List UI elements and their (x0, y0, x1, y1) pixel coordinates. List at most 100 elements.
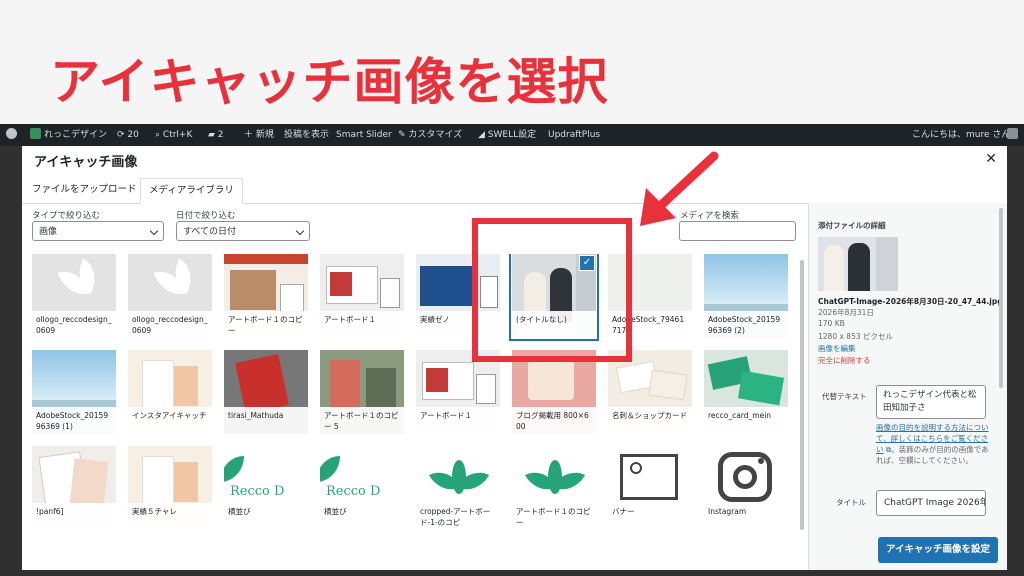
thumb-sky (704, 254, 788, 304)
admin-bar-customize[interactable]: ✎ カスタマイズ (398, 124, 462, 146)
admin-bar-new[interactable]: ＋ 新規 (244, 124, 274, 146)
attachment-item[interactable]: アートボード１ (320, 254, 404, 338)
admin-bar-comments[interactable]: ▰ 2 (208, 124, 224, 146)
attachment-item[interactable]: cropped-アートボード-1-のコピ (416, 446, 500, 530)
alt-text-label: 代替テキスト (822, 392, 867, 401)
filter-type-label: タイプで絞り込む (32, 211, 101, 221)
attachment-item[interactable]: AdobeStock_2015996369 (2) (704, 254, 788, 338)
admin-bar-smart-slider[interactable]: Smart Slider (336, 124, 392, 146)
comment-icon: ▰ (208, 130, 218, 140)
grid-scrollbar-thumb[interactable] (800, 260, 804, 530)
admin-bar-updates[interactable]: ⟳ 20 (117, 124, 139, 146)
attachment-caption: 横並び (320, 503, 404, 530)
set-featured-image-button[interactable]: アイキャッチ画像を設定 (878, 537, 998, 563)
thumb-card (528, 360, 574, 400)
thumb-photo (230, 270, 276, 310)
banner: アイキャッチ画像を選択 (0, 0, 1024, 124)
tab-media-library[interactable]: メディアライブラリ (140, 178, 243, 204)
wordpress-logo-icon[interactable] (6, 124, 20, 146)
details-thumbnail (818, 237, 898, 291)
chevron-down-icon (295, 226, 305, 236)
edit-image-link[interactable]: 画像を編集 (818, 343, 856, 354)
filter-type-select[interactable]: 画像 (32, 221, 164, 241)
attachment-item[interactable]: アートボード１ (416, 350, 500, 434)
comment-count: 2 (217, 130, 224, 140)
details-size: 170 KB (818, 319, 845, 328)
thumb-card (648, 369, 688, 401)
attachment-caption: インスタアイキャッチ (128, 407, 212, 434)
recco-wordmark: Recco D (230, 484, 285, 499)
thumb-page (174, 462, 198, 502)
instagram-icon (733, 465, 757, 489)
attachment-caption: ブログ掲載用 800×600 (512, 407, 596, 434)
recco-wordmark: Recco D (326, 484, 381, 499)
thumb-flyer (69, 458, 109, 508)
thumb-photo (366, 368, 396, 408)
annotation-arrow-icon (640, 151, 719, 226)
attachment-item[interactable]: アートボード１のコピー 5 (320, 350, 404, 434)
sidebar-scrollbar[interactable] (998, 208, 1004, 508)
grid-scrollbar[interactable] (798, 254, 806, 570)
attachment-item[interactable]: tirasi_Mathuda (224, 350, 308, 434)
updates-count: 20 (127, 130, 139, 140)
attachment-item[interactable]: バナー (608, 446, 692, 530)
admin-bar-view-post[interactable]: 投稿を表示 (284, 124, 329, 146)
filter-date-label: 日付で絞り込む (176, 211, 236, 221)
admin-bar-updraftplus[interactable]: UpdraftPlus (548, 124, 600, 146)
tab-upload[interactable]: ファイルをアップロード (24, 178, 145, 202)
highlight-box (472, 218, 632, 362)
alt-text-field[interactable]: れっこデザイン代表と松田知加子さ (876, 385, 986, 419)
customize-label: カスタマイズ (408, 130, 463, 140)
swell-label: SWELL設定 (487, 130, 537, 140)
thumb-photo (426, 368, 448, 392)
search-icon: ⌕ (155, 130, 163, 140)
attachment-item[interactable]: AdobeStock_2015996369 (1) (32, 350, 116, 434)
attachment-item[interactable]: Recco D 横並び (320, 446, 404, 530)
title-field[interactable]: ChatGPT Image 2026年 (876, 490, 986, 516)
close-icon[interactable]: ✕ (985, 151, 997, 167)
delete-permanently-link[interactable]: 完全に削除する (818, 355, 871, 366)
thumb-sky (32, 350, 116, 400)
attachment-item[interactable]: アートボード１のコピー (224, 254, 308, 338)
attachment-caption: AdobeStock_2015996369 (1) (32, 407, 116, 434)
filter-date-select[interactable]: すべての日付 (176, 221, 310, 241)
admin-bar-site[interactable]: れっこデザイン (30, 124, 107, 146)
admin-bar-greeting[interactable]: こんにちは、mure さん (912, 124, 1010, 146)
attachment-caption: アートボード１ (320, 311, 404, 338)
brush-icon: ✎ (398, 130, 409, 140)
attachment-item[interactable]: ollogo_reccodesign_0609 (128, 254, 212, 338)
shortcut-text: Ctrl+K (162, 130, 193, 140)
chevron-down-icon (149, 226, 159, 236)
thumb-device (280, 284, 304, 312)
attachment-caption: 横並び (224, 503, 308, 530)
attachment-item[interactable]: Recco D 横並び (224, 446, 308, 530)
attachment-item[interactable]: recco_card_mein (704, 350, 788, 434)
admin-bar-swell[interactable]: ◢ SWELL設定 (478, 124, 536, 146)
details-filename: ChatGPT-Image-2026年8月30日-20_47_44.jpg (818, 297, 1003, 306)
attachment-item[interactable]: 実績５チャレ (128, 446, 212, 530)
avatar[interactable] (1007, 124, 1021, 146)
admin-bar-search[interactable]: ⌕ Ctrl+K (155, 124, 192, 146)
filter-date-value: すべての日付 (183, 227, 237, 237)
attachment-caption: cropped-アートボード-1-のコピ (416, 503, 500, 530)
details-dimensions: 1280 x 853 ピクセル (818, 332, 893, 341)
thumb-page (174, 366, 198, 406)
thumb-page (142, 456, 174, 504)
attachment-item[interactable]: ollogo_reccodesign_0609 (32, 254, 116, 338)
attachment-item[interactable]: 名刺＆ショップカード (608, 350, 692, 434)
attachment-item[interactable]: インスタアイキャッチ (128, 350, 212, 434)
attachment-caption: Instagram (704, 503, 788, 530)
sidebar-scrollbar-thumb[interactable] (999, 208, 1003, 388)
attachment-caption: アートボード１のコピー 5 (320, 407, 404, 434)
alt-text-help-text: 。装飾のみが目的の画像であれば、空欄にしてください。 (876, 445, 989, 465)
thumbnail-person (848, 243, 870, 291)
attachment-caption: アートボード１のコピー (224, 311, 308, 338)
attachment-item[interactable]: アートボード１のコピー (512, 446, 596, 530)
attachment-item[interactable]: ブログ掲載用 800×600 (512, 350, 596, 434)
modal-tabs: ファイルをアップロード メディアライブラリ (22, 178, 1007, 204)
attachment-caption: バナー (608, 503, 692, 530)
attachment-item[interactable]: !panf6] (32, 446, 116, 530)
thumbnail-person (824, 245, 844, 291)
attachment-item[interactable]: Instagram (704, 446, 788, 530)
attachment-caption: 実績５チャレ (128, 503, 212, 530)
